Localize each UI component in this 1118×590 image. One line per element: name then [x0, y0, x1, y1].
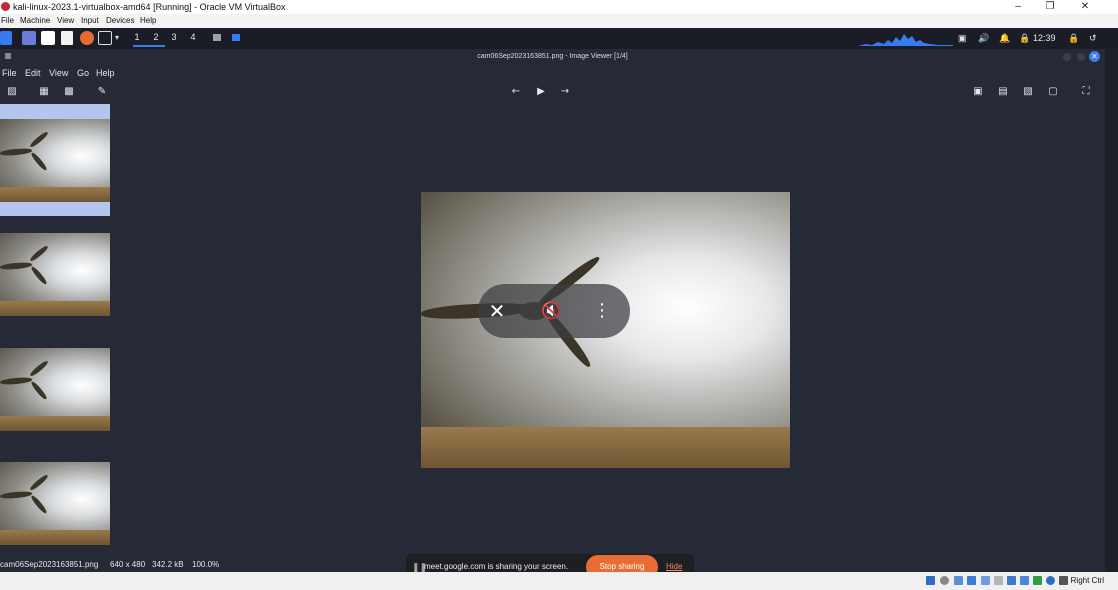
vbox-menu-machine[interactable]: Machine: [20, 14, 50, 28]
thumbnail-3[interactable]: [0, 348, 110, 431]
next-arrow-icon[interactable]: →: [558, 85, 572, 99]
viewer-close-icon[interactable]: ✕: [1089, 51, 1100, 62]
zoom-fit-icon[interactable]: ▧: [1021, 85, 1035, 99]
hard-disk-icon[interactable]: [926, 576, 935, 585]
slideshow-play-icon[interactable]: ▶: [534, 85, 548, 99]
usb-icon[interactable]: [981, 576, 990, 585]
viewer-menu-edit[interactable]: Edit: [25, 65, 41, 81]
zoom-100-icon[interactable]: ▢: [1046, 85, 1060, 99]
viewer-menu-help[interactable]: Help: [96, 65, 115, 81]
mouse-integration-icon[interactable]: [1046, 576, 1055, 585]
network-icon[interactable]: [967, 576, 976, 585]
firefox-icon[interactable]: [80, 31, 94, 45]
virtualbox-icon: [1, 2, 10, 11]
minimize-icon[interactable]: –: [1003, 0, 1033, 14]
chevron-down-icon[interactable]: ▾: [115, 31, 121, 45]
optical-drive-icon[interactable]: [940, 576, 949, 585]
host-key-label: Right Ctrl: [1070, 576, 1104, 585]
recording-icon[interactable]: [1020, 576, 1029, 585]
status-size: 342.2 kB: [152, 560, 184, 569]
active-workspace-indicator: [133, 45, 165, 47]
viewer-menu-go[interactable]: Go: [77, 65, 89, 81]
audio-icon[interactable]: [954, 576, 963, 585]
open-file-icon[interactable]: ▨: [5, 85, 19, 99]
file-manager-icon[interactable]: [41, 31, 55, 45]
viewer-menu-view[interactable]: View: [49, 65, 68, 81]
thumbnail-1[interactable]: [0, 119, 110, 202]
workspace-2[interactable]: 2: [149, 30, 163, 44]
logout-icon[interactable]: ↺: [1089, 31, 1097, 45]
kali-top-panel: ▾ 1 2 3 4 ▣ 🔊 🔔 🔒 12:39 🔒 ↺: [0, 28, 1118, 49]
vbox-status-bar: Right Ctrl: [0, 572, 1118, 590]
delete-icon[interactable]: ▩: [62, 85, 76, 99]
mic-off-icon[interactable]: 🔇: [536, 284, 566, 338]
workspace-4[interactable]: 4: [186, 30, 200, 44]
right-scrollbar[interactable]: [1105, 49, 1118, 572]
minimize-dot-icon[interactable]: [1063, 53, 1071, 61]
status-dimensions: 640 x 480: [110, 560, 146, 569]
show-desktop-icon[interactable]: [22, 31, 36, 45]
text-editor-icon[interactable]: [61, 31, 73, 45]
viewer-title-bar: cam06Sep2023163851.png - Image Viewer [1…: [0, 49, 1105, 64]
vbox-menu-view[interactable]: View: [57, 14, 74, 28]
vbox-menu-file[interactable]: File: [1, 14, 14, 28]
save-icon[interactable]: ▦: [37, 85, 51, 99]
viewer-toolbar: ▨ ▦ ▩ ✎ ← ▶ → ▣ ▤ ▧ ▢ ⛶: [0, 83, 1105, 101]
lock-screen-icon[interactable]: 🔒: [1068, 31, 1079, 45]
viewer-menu-bar: File Edit View Go Help: [0, 65, 1105, 81]
previous-arrow-icon[interactable]: ←: [509, 85, 523, 99]
status-zoom: 100.0%: [192, 560, 220, 569]
vbox-menu-input[interactable]: Input: [81, 14, 99, 28]
keyboard-icon[interactable]: [1059, 576, 1068, 585]
thumbnail-2[interactable]: [0, 233, 110, 316]
edit-pencil-icon[interactable]: ✎: [95, 85, 109, 99]
thumbnail-4[interactable]: [0, 462, 110, 545]
window-title: kali-linux-2023.1-virtualbox-amd64 [Runn…: [13, 2, 286, 12]
close-icon[interactable]: ✕: [1070, 0, 1100, 14]
terminal-icon[interactable]: [98, 31, 112, 45]
volume-icon[interactable]: 🔊: [978, 31, 989, 45]
window-button-active-icon[interactable]: [232, 34, 240, 41]
vbox-title-bar: kali-linux-2023.1-virtualbox-amd64 [Runn…: [0, 0, 1118, 14]
zoom-in-icon[interactable]: ▣: [971, 85, 985, 99]
lock-small-icon[interactable]: 🔒: [1019, 31, 1030, 45]
fullscreen-icon[interactable]: ⛶: [1079, 85, 1093, 99]
display-status-icon[interactable]: [1007, 576, 1016, 585]
restore-icon[interactable]: ❐: [1035, 0, 1065, 14]
vbox-menu-devices[interactable]: Devices: [106, 14, 134, 28]
clock[interactable]: 12:39: [1033, 31, 1056, 45]
kali-menu-icon[interactable]: [0, 31, 12, 45]
notification-bell-icon[interactable]: 🔔: [999, 31, 1010, 45]
shared-folders-icon[interactable]: [994, 576, 1003, 585]
window-button-icon[interactable]: [213, 34, 221, 41]
display-icon[interactable]: ▣: [958, 31, 967, 45]
workspace-1[interactable]: 1: [130, 30, 144, 44]
maximize-dot-icon[interactable]: [1077, 53, 1085, 61]
status-filename: cam06Sep2023163851.png: [0, 560, 99, 569]
workspace-3[interactable]: 3: [167, 30, 181, 44]
cpu-status-icon[interactable]: [1033, 576, 1042, 585]
viewer-title: cam06Sep2023163851.png - Image Viewer [1…: [477, 53, 628, 60]
cpu-graph-icon: [858, 34, 953, 46]
meet-camera-overlay: ✕ 🔇 ⋮: [478, 284, 630, 338]
zoom-out-icon[interactable]: ▤: [996, 85, 1010, 99]
vbox-menu-help[interactable]: Help: [140, 14, 156, 28]
more-options-icon[interactable]: ⋮: [592, 284, 612, 338]
camera-off-icon[interactable]: ✕: [482, 284, 512, 338]
viewer-app-icon: [5, 53, 11, 59]
vbox-menu-bar: File Machine View Input Devices Help: [0, 14, 1118, 28]
viewer-menu-file[interactable]: File: [2, 65, 17, 81]
